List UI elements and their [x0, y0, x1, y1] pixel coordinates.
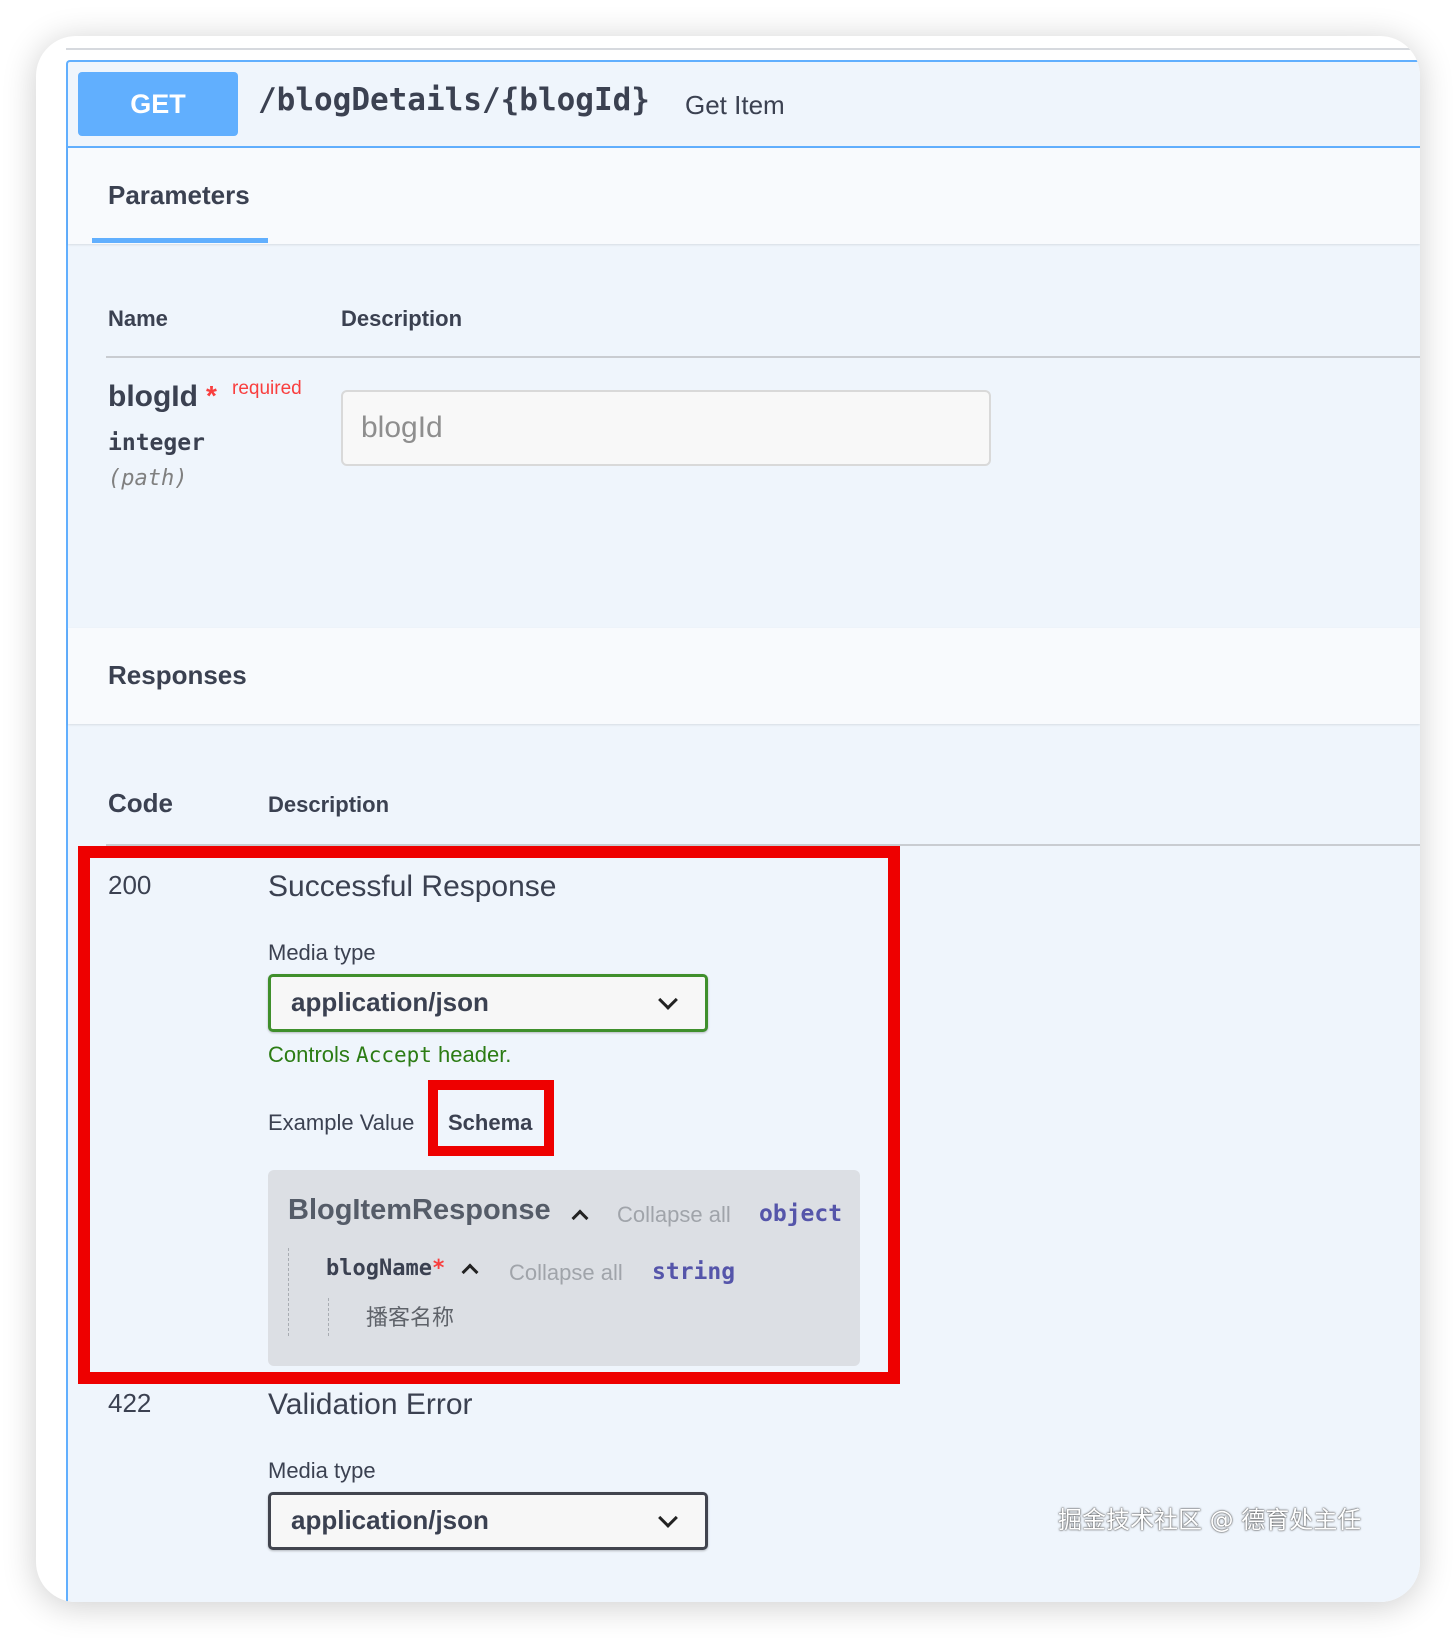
media-type-label: Media type	[268, 1458, 376, 1483]
operation-summary[interactable]: GET /blogDetails/{blogId} Get Item	[68, 62, 1420, 148]
tab-active-underline	[92, 238, 268, 243]
media-type-select-422[interactable]: application/json	[268, 1492, 708, 1550]
required-star: *	[206, 380, 217, 411]
parameters-header: Parameters	[68, 148, 1420, 244]
parameters-table-divider	[106, 356, 1420, 358]
chevron-down-icon	[658, 1508, 678, 1528]
response-description-422: Validation Error	[268, 1388, 473, 1421]
column-header-description: Description	[341, 306, 463, 331]
operation-summary-text: Get Item	[685, 90, 785, 120]
previous-operation-divider	[66, 48, 1420, 50]
blogid-input[interactable]	[341, 390, 991, 466]
screenshot-frame: GET /blogDetails/{blogId} Get Item Param…	[36, 36, 1420, 1602]
responses-header: Responses	[68, 628, 1420, 724]
highlight-box-schema-tab	[428, 1080, 554, 1156]
operation-path: /blogDetails/{blogId}	[258, 82, 650, 118]
responses-title: Responses	[108, 660, 247, 690]
parameter-type: integer	[108, 430, 205, 456]
parameter-location: (path)	[108, 466, 188, 491]
http-method-badge: GET	[78, 72, 238, 136]
column-header-response-description: Description	[268, 792, 390, 817]
column-header-name: Name	[108, 306, 168, 331]
required-label: required	[232, 378, 302, 399]
column-header-code: Code	[108, 788, 173, 818]
response-code-422: 422	[108, 1388, 152, 1418]
tab-parameters[interactable]: Parameters	[108, 180, 250, 211]
parameter-name: blogId	[108, 380, 198, 413]
watermark: 掘金技术社区 @ 德育处主任	[1058, 1506, 1362, 1534]
media-type-value: application/json	[291, 1505, 489, 1535]
